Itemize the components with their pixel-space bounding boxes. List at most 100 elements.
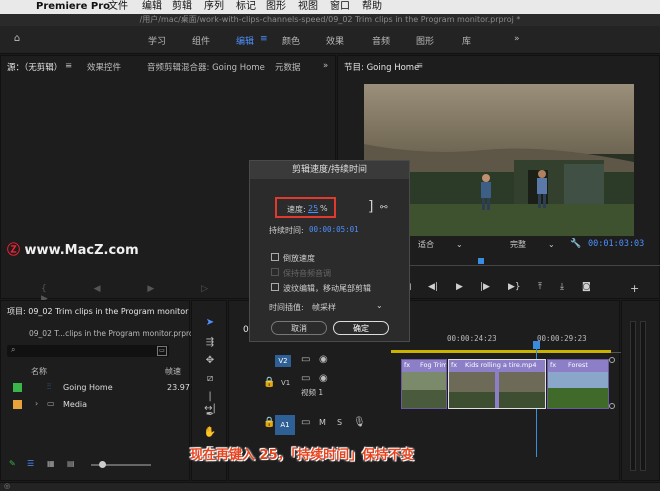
column-frame-rate[interactable]: 帧速: [165, 366, 181, 377]
eye-icon[interactable]: ◉: [319, 373, 328, 385]
project-search-input[interactable]: ⌕: [7, 345, 169, 357]
ripple-edit-checkbox[interactable]: [271, 283, 279, 291]
zoom-slider-thumb[interactable]: [99, 461, 106, 468]
tab-source[interactable]: 源：（无剪辑）: [7, 61, 62, 73]
program-tab-menu-icon[interactable]: ≡: [416, 61, 423, 71]
app-menu[interactable]: Premiere Pro: [36, 1, 110, 13]
solo-toggle[interactable]: S: [337, 418, 342, 427]
workspace-audio[interactable]: 音频: [372, 34, 390, 47]
cancel-button[interactable]: 取消: [271, 321, 327, 335]
sync-lock-icon[interactable]: ▭: [301, 373, 310, 385]
maintain-audio-pitch-label: 保持音频音调: [283, 269, 331, 278]
speed-unit: %: [320, 204, 328, 213]
expand-chevron-icon[interactable]: ›: [35, 399, 38, 408]
lock-icon[interactable]: 🔒: [263, 377, 275, 389]
work-area-bar[interactable]: [391, 350, 611, 353]
tab-effect-controls[interactable]: 效果控件: [87, 61, 121, 73]
link-bracket-icon: ]: [368, 199, 374, 215]
list-view-icon[interactable]: ☰: [27, 459, 34, 468]
menu-edit[interactable]: 编辑: [142, 1, 162, 13]
clip-fog-trim[interactable]: fx Fog Trim: [401, 359, 447, 409]
program-transport-controls: {◀ ◀| ▶ |▶ ▶} ⤒ ⤓ ◙ +: [398, 282, 648, 295]
more-workspaces-icon[interactable]: »: [514, 34, 520, 44]
pen-tool-icon[interactable]: ✒: [203, 409, 217, 423]
speed-label: 速度:: [287, 205, 306, 214]
menu-graphics[interactable]: 图形: [266, 1, 286, 13]
workspace-color[interactable]: 颜色: [282, 34, 300, 47]
program-timecode: 00:01:03:03: [588, 239, 645, 249]
fit-dropdown[interactable]: 适合 ⌄: [418, 239, 478, 251]
sequence-tab[interactable]: 0: [243, 325, 249, 335]
icon-view-icon[interactable]: ▦: [47, 459, 55, 468]
lock-icon[interactable]: 🔒: [263, 417, 275, 429]
more-tabs-icon[interactable]: »: [323, 61, 328, 71]
speed-value-input[interactable]: 25: [308, 204, 318, 213]
track-label-v1[interactable]: V1: [281, 379, 290, 387]
menu-sequence[interactable]: 序列: [204, 1, 224, 13]
track-target-a1[interactable]: A1: [275, 415, 295, 435]
clip-forest[interactable]: fx Forest: [547, 359, 609, 409]
track-name-v1: 视频 1: [301, 388, 324, 397]
microphone-icon[interactable]: 🎙: [353, 417, 366, 429]
project-item-media[interactable]: › ▭ Media: [1, 397, 191, 411]
slip-tool-icon[interactable]: |↔|: [203, 391, 217, 414]
tab-audio-clip-mixer[interactable]: 音频剪辑混合器: Going Home: [147, 61, 265, 73]
track-header-v1: 🔒 V1 ▭ ◉ 视频 1: [229, 373, 389, 401]
export-frame-icon[interactable]: ◙: [582, 282, 591, 292]
play-icon[interactable]: ▶: [456, 282, 463, 292]
step-to-out-icon[interactable]: ▶}: [508, 282, 521, 292]
step-back-icon[interactable]: ◀|: [428, 282, 438, 292]
hand-tool-icon[interactable]: ✋: [203, 427, 217, 441]
ripple-edit-tool-icon[interactable]: ✥: [203, 355, 217, 369]
label-color-swatch: [13, 400, 22, 409]
workspace-editing[interactable]: 编辑: [236, 34, 254, 47]
selection-tool-icon[interactable]: ➤: [203, 317, 217, 331]
menu-help[interactable]: 帮助: [362, 1, 382, 13]
track-target-v2[interactable]: V2: [275, 355, 291, 367]
lift-icon[interactable]: ⤒: [538, 282, 542, 292]
menu-view[interactable]: 视图: [298, 1, 318, 13]
menu-file[interactable]: 文件: [108, 1, 128, 13]
tab-project[interactable]: 项目: 09_02 Trim clips in the Program moni…: [7, 306, 188, 317]
freeform-view-icon[interactable]: ▤: [67, 459, 75, 468]
workspace-graphics[interactable]: 图形: [416, 34, 434, 47]
unlink-chain-icon[interactable]: ⚯: [380, 203, 388, 213]
menu-window[interactable]: 窗口: [330, 1, 350, 13]
track-scroll-handle-bottom[interactable]: [609, 403, 615, 409]
workspace-libraries[interactable]: 库: [462, 34, 471, 47]
menu-clip[interactable]: 剪辑: [172, 1, 192, 13]
clip-kids-rolling-a-tire[interactable]: fx Kids rolling a tire.mp4: [448, 359, 546, 409]
maintain-audio-pitch-checkbox[interactable]: [271, 268, 279, 276]
duration-value-input[interactable]: 00:00:05:01: [309, 225, 359, 234]
workspace-assembly[interactable]: 组件: [192, 34, 210, 47]
add-button-icon[interactable]: +: [630, 282, 639, 295]
bin-icon[interactable]: ▭: [157, 346, 167, 356]
workspace-menu-icon[interactable]: ≡: [260, 34, 268, 44]
ok-button[interactable]: 确定: [333, 321, 389, 335]
pencil-icon[interactable]: ✎: [9, 459, 16, 468]
quality-dropdown[interactable]: 完整 ⌄: [510, 239, 570, 251]
program-playhead[interactable]: [478, 258, 484, 264]
workspace-effects[interactable]: 效果: [326, 34, 344, 47]
zoom-slider[interactable]: [91, 461, 151, 468]
extract-icon[interactable]: ⤓: [560, 282, 564, 292]
menu-markers[interactable]: 标记: [236, 1, 256, 13]
track-scroll-handle-top[interactable]: [609, 357, 615, 363]
column-name[interactable]: 名称: [31, 366, 47, 377]
home-icon[interactable]: ⌂: [10, 33, 24, 47]
project-item-going-home[interactable]: ⫶⫶ Going Home 23.97: [1, 380, 191, 394]
wrench-icon[interactable]: 🔧: [570, 238, 582, 250]
razor-tool-icon[interactable]: ⧄: [203, 373, 217, 387]
reverse-speed-checkbox[interactable]: [271, 253, 279, 261]
tab-program[interactable]: 节目: Going Home: [344, 61, 419, 73]
mute-toggle[interactable]: M: [319, 418, 326, 427]
time-interpolation-dropdown[interactable]: 帧采样 ⌄: [312, 300, 388, 312]
tab-metadata[interactable]: 元数据: [275, 61, 301, 73]
tab-menu-icon[interactable]: ≡: [65, 61, 72, 71]
sync-lock-icon[interactable]: ▭: [301, 417, 310, 429]
sync-lock-icon[interactable]: ▭: [301, 354, 310, 366]
workspace-learn[interactable]: 学习: [148, 34, 166, 47]
eye-icon[interactable]: ◉: [319, 354, 328, 366]
track-select-tool-icon[interactable]: ⇶: [203, 337, 217, 351]
step-forward-icon[interactable]: |▶: [480, 282, 490, 292]
